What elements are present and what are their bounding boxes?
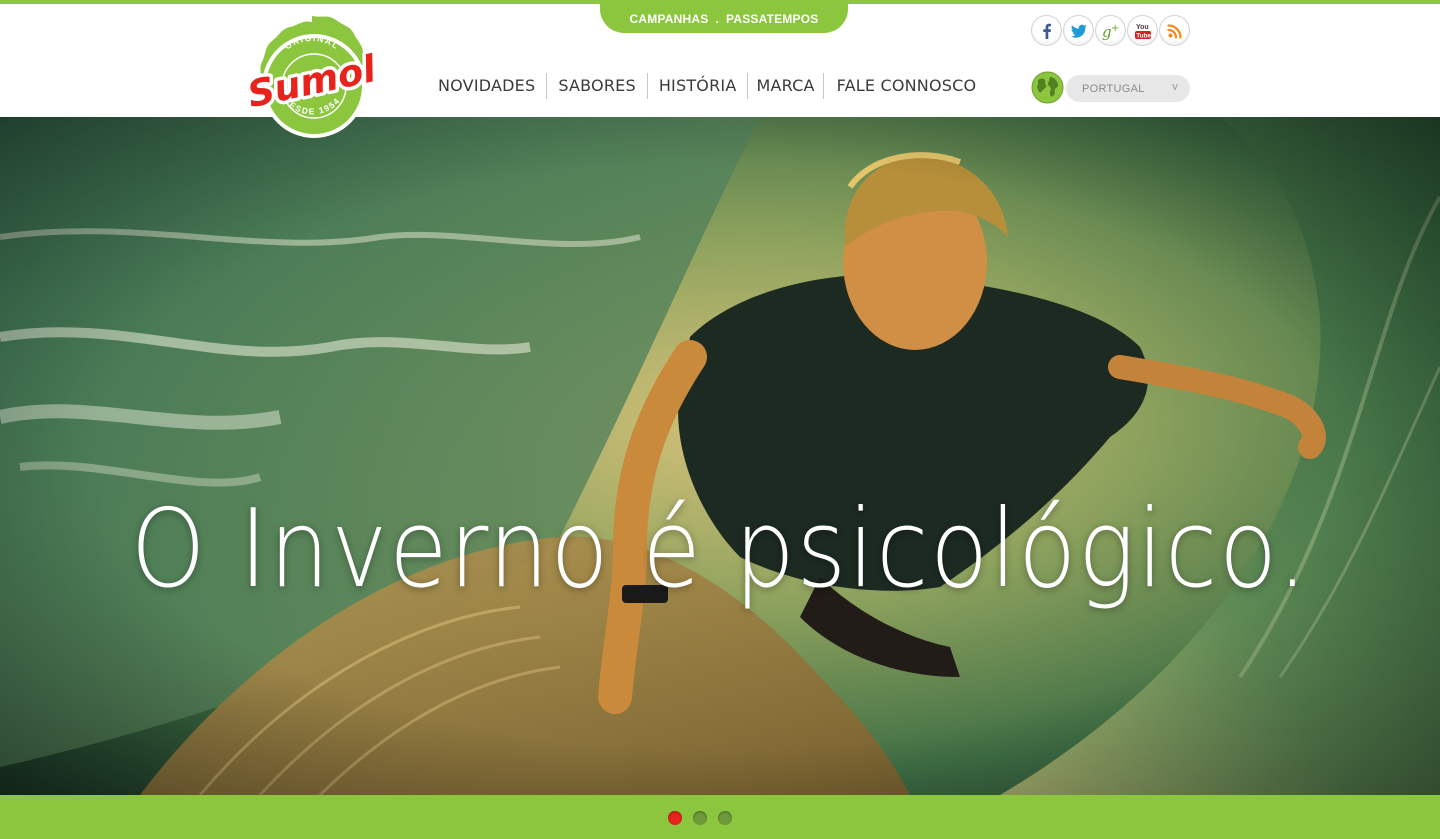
slider-dot-2[interactable] [693,811,707,825]
nav-fale-connosco[interactable]: FALE CONNOSCO [824,73,988,99]
rss-icon [1166,23,1182,39]
facebook-link[interactable] [1031,15,1062,46]
country-value: PORTUGAL [1082,82,1145,95]
youtube-icon: You Tube [1134,24,1151,39]
rss-link[interactable] [1159,15,1190,46]
sumol-logo[interactable]: ORIGINAL DESDE 1954 Sumol Sumol [240,8,385,153]
slider-dot-3[interactable] [718,811,732,825]
chevron-down-icon: v [1172,81,1178,93]
tab-separator: . [715,11,720,26]
campaigns-link[interactable]: CAMPANHAS [630,12,709,26]
hero-surfer-image [0,117,1440,795]
svg-text:+: + [1111,23,1119,34]
svg-text:Tube: Tube [1136,32,1151,39]
youtube-link[interactable]: You Tube [1127,15,1158,46]
google-plus-icon: g + [1102,23,1119,41]
slider-bar [0,795,1440,839]
logo-badge: ORIGINAL DESDE 1954 Sumol Sumol [240,16,384,138]
slider-dot-1[interactable] [668,811,682,825]
country-select[interactable]: PORTUGAL v [1066,75,1190,102]
main-nav: NOVIDADES SABORES HISTÓRIA MARCA FALE CO… [427,72,987,100]
nav-novidades[interactable]: NOVIDADES [427,73,546,99]
hero-headline: O Inverno é psicológico. [130,487,1310,612]
globe-icon [1031,71,1064,104]
twitter-icon [1070,24,1087,38]
google-plus-link[interactable]: g + [1095,15,1126,46]
svg-text:You: You [1136,24,1149,31]
nav-marca[interactable]: MARCA [748,73,822,99]
top-tab-strip: CAMPANHAS . PASSATEMPOS [600,4,848,33]
slider-dots [668,811,732,825]
twitter-link[interactable] [1063,15,1094,46]
hero-banner[interactable]: O Inverno é psicológico. [0,117,1440,795]
nav-historia[interactable]: HISTÓRIA [648,73,748,99]
contests-link[interactable]: PASSATEMPOS [726,12,818,26]
site-header: CAMPANHAS . PASSATEMPOS NOVIDADES SABORE… [0,4,1440,117]
facebook-icon [1042,23,1051,39]
social-links: g + You Tube [1031,15,1190,46]
nav-sabores[interactable]: SABORES [547,73,646,99]
